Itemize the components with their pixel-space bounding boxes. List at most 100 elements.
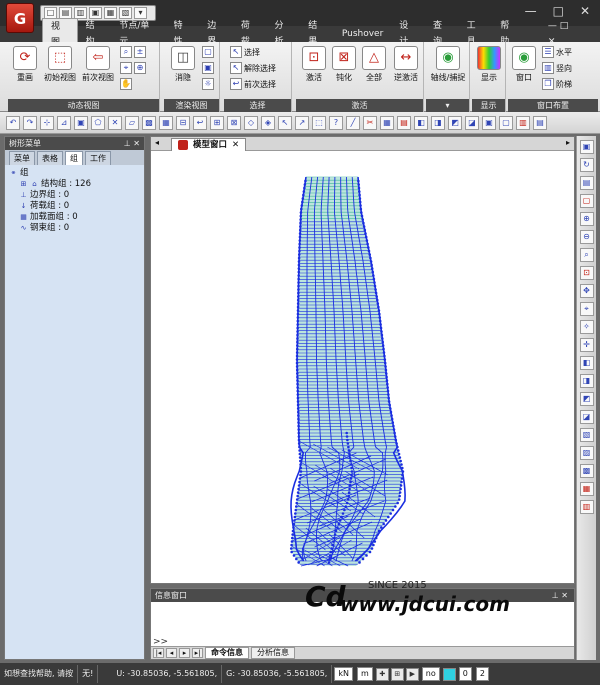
deselect-button[interactable]: ↖ 解除选择	[230, 62, 276, 74]
render-option-2[interactable]: ▣	[202, 62, 214, 74]
select-button[interactable]: ↖ 选择	[230, 46, 260, 58]
previous-view-button[interactable]: ⇦ 前次视图	[80, 46, 116, 83]
all-button[interactable]: △ 全部	[360, 46, 388, 83]
perspective-icon[interactable]: ◈	[261, 115, 275, 130]
pan-button[interactable]: ✋	[120, 78, 132, 90]
grid-tool-icon[interactable]: ▦	[380, 115, 394, 130]
view-top-icon[interactable]: ◩	[448, 115, 462, 130]
polygon-select-icon[interactable]: ⬠	[91, 115, 105, 130]
zoom-in-icon[interactable]: ⊕	[579, 212, 594, 226]
previous-selection-icon[interactable]: ↩	[193, 115, 207, 130]
view-5-icon[interactable]: ▧	[579, 428, 594, 442]
expand-icon[interactable]: ⊞	[19, 180, 28, 189]
tab-command-info[interactable]: 命令信息	[205, 647, 249, 659]
zoom-out-icon[interactable]: ⊖	[579, 230, 594, 244]
node-number-icon[interactable]: ⊞	[210, 115, 224, 130]
view-8-icon[interactable]: ▦	[579, 482, 594, 496]
tree-item-tendon-group[interactable]: ∿ 钢束组 : 0	[9, 223, 140, 234]
move-side-icon[interactable]: ✛	[579, 338, 594, 352]
cut-icon[interactable]: ✂	[363, 115, 377, 130]
color-swatch[interactable]	[442, 667, 456, 681]
tree-item-load-group[interactable]: ↓ 荷载组 : 0	[9, 201, 140, 212]
view-3d-icon[interactable]: ▣	[482, 115, 496, 130]
activate-button[interactable]: ⊡ 激活	[300, 46, 328, 83]
view-3-icon[interactable]: ◩	[579, 392, 594, 406]
maximize-button[interactable]: □	[553, 4, 564, 18]
initial-view-button[interactable]: ⬚ 初始视图	[42, 46, 78, 83]
close-tab-icon[interactable]: ✕	[232, 139, 239, 151]
line-tool-icon[interactable]: ╱	[346, 115, 360, 130]
view-4-icon[interactable]: ◪	[579, 410, 594, 424]
view-render-icon[interactable]: ▤	[533, 115, 547, 130]
last-tab-icon[interactable]: ▸|	[192, 648, 203, 658]
tab-work[interactable]: 工作	[85, 151, 111, 165]
tree-item-boundary-group[interactable]: ⊥ 边界组 : 0	[9, 190, 140, 201]
select-node-icon[interactable]: ⊹	[40, 115, 54, 130]
length-unit-select[interactable]: m	[356, 667, 373, 681]
zoom-all-icon[interactable]: ⊡	[579, 266, 594, 280]
arrow-tool-icon[interactable]: ↖	[278, 115, 292, 130]
view-iso-side-icon[interactable]: ▣	[579, 140, 594, 154]
dynamic-icon[interactable]: ⌖	[579, 302, 594, 316]
fit-button[interactable]: ⌖ ⊕	[120, 62, 146, 74]
rubber-band-icon[interactable]: ⬚	[312, 115, 326, 130]
render-option-3[interactable]: ☼	[202, 78, 214, 90]
element-number-icon[interactable]: ⊠	[227, 115, 241, 130]
render-option-1[interactable]: ▢	[202, 46, 214, 58]
view-front-side-icon[interactable]: ▤	[579, 176, 594, 190]
view-model-icon[interactable]: ▢	[499, 115, 513, 130]
mark-icon[interactable]: ▤	[397, 115, 411, 130]
intersect-select-icon[interactable]: ✕	[108, 115, 122, 130]
pin-close-icon[interactable]: ⊥ ✕	[124, 137, 140, 150]
view-9-icon[interactable]: ▥	[579, 500, 594, 514]
display-button[interactable]: 显示	[475, 46, 503, 83]
zoom-window-button[interactable]: ⌕ ±	[120, 46, 146, 58]
view-front-icon[interactable]: ◨	[431, 115, 445, 130]
view-1-icon[interactable]: ◧	[579, 356, 594, 370]
tab-table[interactable]: 表格	[37, 151, 63, 165]
view-6-icon[interactable]: ▨	[579, 446, 594, 460]
model-viewport[interactable]	[151, 151, 574, 583]
view-side-icon[interactable]: ◪	[465, 115, 479, 130]
undo-icon[interactable]: ↶	[6, 115, 20, 130]
app-logo[interactable]: G	[6, 3, 34, 33]
tab-scroll-left-icon[interactable]: ◂	[155, 138, 159, 147]
tab-menu[interactable]: 菜单	[9, 151, 35, 165]
deselect-all-icon[interactable]: ⊟	[176, 115, 190, 130]
close-button[interactable]: ✕	[580, 4, 590, 18]
prev-tab-icon[interactable]: ◂	[166, 648, 177, 658]
view-active-icon[interactable]: ▥	[516, 115, 530, 130]
rotate-side-icon[interactable]: ✧	[579, 320, 594, 334]
plane-select-icon[interactable]: ▱	[125, 115, 139, 130]
inverse-activate-button[interactable]: ↔ 逆激活	[390, 46, 422, 83]
play-icon[interactable]: ▶	[405, 667, 419, 681]
volume-select-icon[interactable]: ▩	[142, 115, 156, 130]
cascade-button[interactable]: ❐ 阶梯	[542, 78, 572, 90]
page-current-input[interactable]: 0	[458, 667, 472, 681]
first-tab-icon[interactable]: |◂	[153, 648, 164, 658]
tree-root[interactable]: ⚭ 组	[9, 168, 140, 179]
shrink-icon[interactable]: ◇	[244, 115, 258, 130]
tree-item-structure-group[interactable]: ⊞ ⌂ 结构组 : 126	[9, 179, 140, 190]
window-button[interactable]: ◉ 窗口	[510, 46, 538, 83]
tab-pushover[interactable]: Pushover	[334, 26, 391, 42]
zoom-fit-icon[interactable]: ▢	[579, 194, 594, 208]
view-iso-icon[interactable]: ◧	[414, 115, 428, 130]
hidden-line-button[interactable]: ◫ 消隐	[168, 46, 198, 83]
redraw-button[interactable]: ⟳ 重画	[10, 46, 40, 83]
view-2-icon[interactable]: ◨	[579, 374, 594, 388]
select-element-icon[interactable]: ⊿	[57, 115, 71, 130]
redo-icon[interactable]: ↷	[23, 115, 37, 130]
pick-tool-icon[interactable]: ↗	[295, 115, 309, 130]
property-select-icon[interactable]: ▦	[159, 115, 173, 130]
option-select[interactable]: no	[421, 667, 440, 681]
deactivate-button[interactable]: ⊠ 钝化	[330, 46, 358, 83]
next-tab-icon[interactable]: ▸	[179, 648, 190, 658]
pan-side-icon[interactable]: ✥	[579, 284, 594, 298]
tab-model-window[interactable]: 模型窗口 ✕	[171, 138, 247, 151]
grid-snap-icon[interactable]: ⊞	[390, 667, 404, 681]
tile-horizontal-button[interactable]: ☰ 水平	[542, 46, 572, 58]
view-rotate-icon[interactable]: ↻	[579, 158, 594, 172]
zoom-window-side-icon[interactable]: ⌕	[579, 248, 594, 262]
info-pin-icon[interactable]: ⊥ ✕	[552, 589, 568, 602]
